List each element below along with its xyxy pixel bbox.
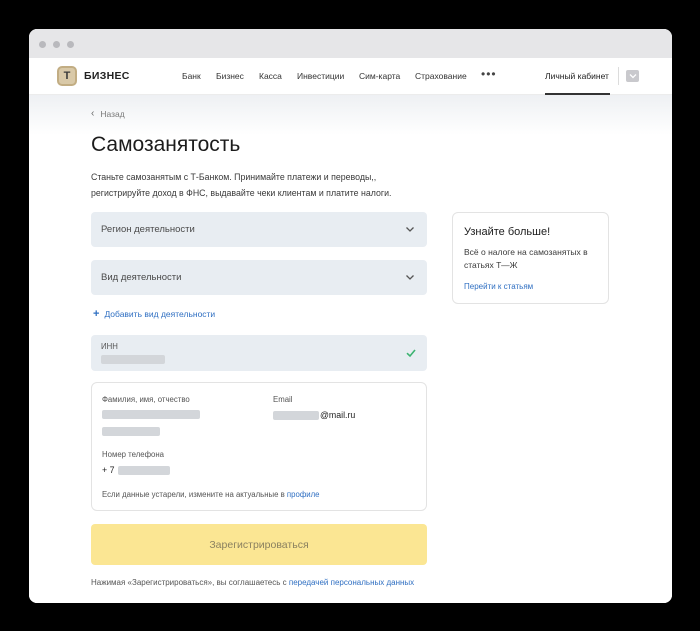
chevron-down-icon: [406, 227, 414, 232]
email-domain: @mail.ru: [320, 410, 356, 420]
learn-more-title: Узнайте больше!: [464, 226, 551, 238]
more-menu-icon[interactable]: •••: [481, 67, 497, 81]
profile-link[interactable]: профиле: [287, 490, 320, 499]
nav-link-investments[interactable]: Инвестиции: [297, 71, 344, 81]
logo[interactable]: Т БИЗНЕС: [57, 65, 130, 87]
email-value-redacted: [273, 411, 319, 420]
personal-data-card: Фамилия, имя, отчество Email @mail.ru Но…: [91, 382, 427, 511]
inn-label: ИНН: [101, 342, 118, 351]
page-title: Самозанятость: [91, 133, 241, 156]
page-description: Станьте самозанятым с Т-Банком. Принимай…: [91, 172, 392, 198]
learn-more-card: Узнайте больше! Всё о налоге на самозаня…: [452, 212, 609, 304]
fio-value-redacted-line2: [102, 427, 160, 436]
nav-link-kassa[interactable]: Касса: [259, 71, 282, 81]
nav-link-insurance[interactable]: Страхование: [415, 71, 467, 81]
add-activity-link[interactable]: + Добавить вид деятельности: [93, 308, 215, 320]
fio-label: Фамилия, имя, отчество: [102, 395, 190, 404]
checkmark-icon: [406, 349, 416, 358]
back-link[interactable]: ‹ Назад: [91, 108, 125, 119]
register-button[interactable]: Зарегистрироваться: [91, 524, 427, 565]
region-select[interactable]: Регион деятельности: [91, 212, 427, 247]
phone-prefix: + 7: [102, 465, 115, 475]
personal-data-link[interactable]: передачей персональных данных: [289, 578, 414, 587]
nav-link-bank[interactable]: Банк: [182, 71, 201, 81]
agreement-note: Нажимая «Зарегистрироваться», вы соглаша…: [91, 578, 414, 587]
articles-link[interactable]: Перейти к статьям: [464, 282, 533, 291]
email-label: Email: [273, 395, 293, 404]
back-label: Назад: [100, 108, 125, 119]
window-close-dot[interactable]: [39, 41, 46, 48]
learn-more-text: Всё о налоге на самозанятых в статьях Т—…: [464, 247, 588, 270]
outdated-data-note: Если данные устарели, измените на актуал…: [102, 490, 319, 499]
nav-link-business[interactable]: Бизнес: [216, 71, 244, 81]
chevron-down-icon: [406, 275, 414, 280]
logo-text: БИЗНЕС: [84, 70, 130, 82]
phone-label: Номер телефона: [102, 450, 165, 459]
plus-icon: +: [93, 308, 100, 320]
inn-field[interactable]: ИНН: [91, 335, 427, 371]
window-titlebar: [29, 29, 672, 58]
nav-link-sim[interactable]: Сим-карта: [359, 71, 400, 81]
activity-select-placeholder: Вид деятельности: [101, 272, 182, 283]
window-minimize-dot[interactable]: [53, 41, 60, 48]
top-navbar: Т БИЗНЕС Банк Бизнес Касса Инвестиции Си…: [29, 58, 672, 95]
outdated-note-text: Если данные устарели, измените на актуал…: [102, 490, 287, 499]
browser-window: Т БИЗНЕС Банк Бизнес Касса Инвестиции Си…: [29, 29, 672, 603]
add-activity-label: Добавить вид деятельности: [104, 309, 216, 319]
region-select-placeholder: Регион деятельности: [101, 224, 195, 235]
inn-value-redacted: [101, 355, 165, 364]
account-dropdown-icon[interactable]: [626, 70, 639, 82]
window-zoom-dot[interactable]: [67, 41, 74, 48]
chevron-left-icon: ‹: [91, 108, 95, 119]
logo-mark: Т: [57, 66, 77, 86]
phone-value-redacted: [118, 466, 170, 475]
personal-cabinet-link[interactable]: Личный кабинет: [545, 71, 609, 81]
fio-value-redacted: [102, 410, 200, 419]
nav-divider: [618, 67, 619, 85]
agreement-text: Нажимая «Зарегистрироваться», вы соглаша…: [91, 578, 289, 587]
activity-select[interactable]: Вид деятельности: [91, 260, 427, 295]
